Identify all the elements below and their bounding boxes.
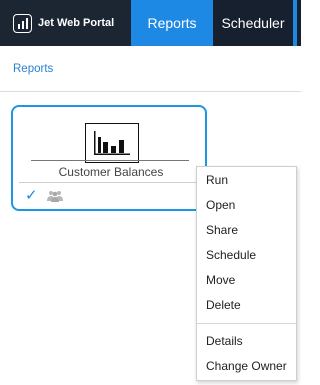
menu-item-change-owner[interactable]: Change Owner [197, 356, 296, 376]
menu-item-move[interactable]: Move [197, 270, 296, 290]
checkmark-icon[interactable]: ✓ [25, 188, 38, 203]
context-menu: Run Open Share Schedule Move Delete Deta… [196, 166, 297, 381]
users-group-icon [47, 191, 63, 202]
breadcrumb: Reports [0, 46, 301, 92]
menu-item-schedule[interactable]: Schedule [197, 245, 296, 265]
tab-scheduler[interactable]: Scheduler [213, 0, 297, 46]
card-footer-divider [19, 182, 201, 183]
menu-item-open[interactable]: Open [197, 195, 296, 215]
tab-reports[interactable]: Reports [131, 0, 213, 46]
bar-chart-icon [85, 123, 139, 163]
card-divider [31, 160, 189, 161]
card-title: Customer Balances [58, 165, 164, 179]
brand-logo-link[interactable]: Jet Web Portal [0, 0, 131, 46]
top-navigation-bar: Jet Web Portal Reports Scheduler [0, 0, 301, 46]
menu-item-details[interactable]: Details [197, 331, 296, 351]
menu-item-run[interactable]: Run [197, 170, 296, 190]
menu-item-share[interactable]: Share [197, 220, 296, 240]
report-card[interactable]: Customer Balances ✓ [11, 105, 207, 211]
menu-item-delete[interactable]: Delete [197, 295, 296, 315]
breadcrumb-reports-link[interactable]: Reports [13, 63, 53, 75]
brand-name: Jet Web Portal [38, 17, 115, 29]
menu-separator [197, 323, 296, 324]
bar-chart-logo-icon [13, 13, 32, 33]
